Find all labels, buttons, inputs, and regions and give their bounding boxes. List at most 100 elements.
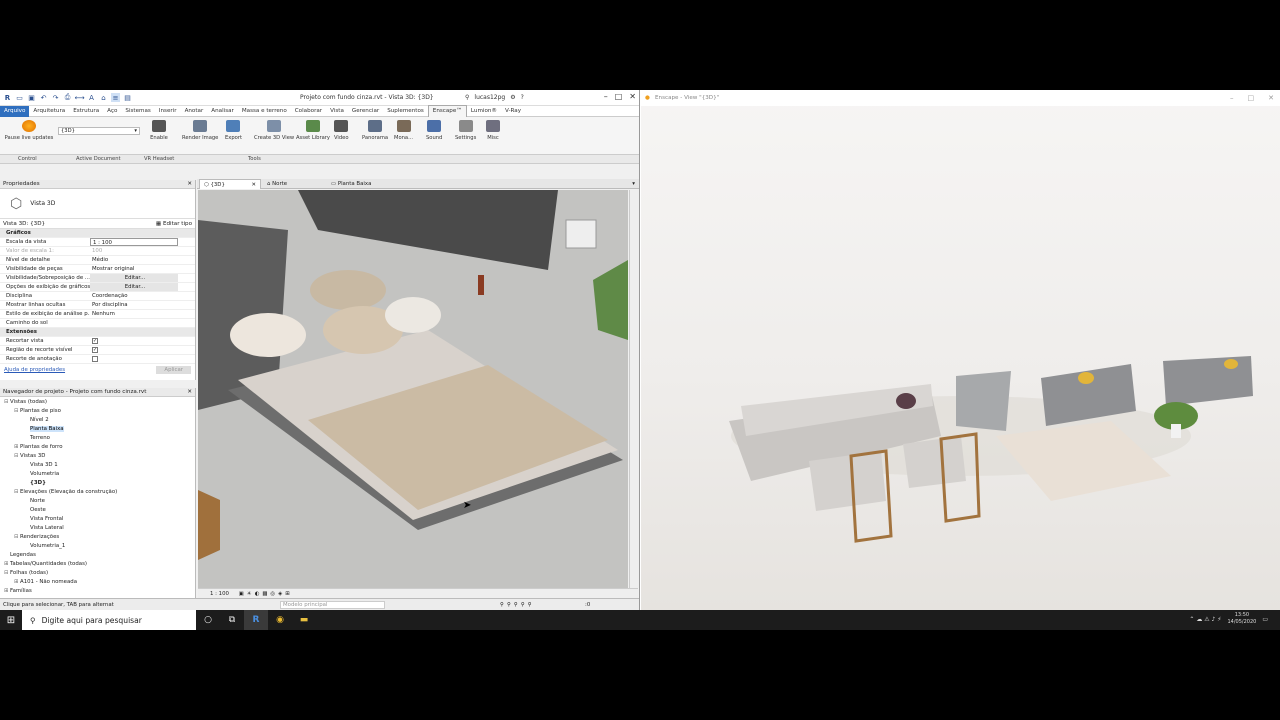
view-selector[interactable]: Vista 3D: {3D} [3, 221, 45, 227]
tool-button-2[interactable]: Create 3D View [254, 120, 294, 141]
property-row[interactable]: Caminho do sol [0, 319, 195, 328]
open-icon[interactable]: ▭ [15, 93, 24, 102]
viewport-scrollbar[interactable] [629, 190, 639, 588]
tabs-dropdown-icon[interactable]: ▾ [632, 179, 635, 189]
tool-button-8[interactable]: Settings [455, 120, 476, 141]
close-icon[interactable]: ✕ [251, 180, 256, 190]
tab-10[interactable]: Vista [326, 106, 348, 117]
browser-tree-item[interactable]: Norte [0, 497, 195, 506]
checkbox[interactable]: ✓ [92, 347, 98, 353]
edit-type-button[interactable]: ▦ Editar tipo [156, 221, 192, 227]
browser-tree-item[interactable]: ⊟Renderizações [0, 533, 195, 542]
browser-tree-item[interactable]: {3D} [0, 479, 195, 488]
browser-tree-item[interactable]: Volumetria [0, 470, 195, 479]
tab-8[interactable]: Massa e terreno [238, 106, 291, 117]
checkbox[interactable] [92, 356, 98, 362]
tab-14[interactable]: Lumion® [467, 106, 501, 117]
3d-view-icon[interactable]: ⌂ [99, 93, 108, 102]
tool-button-6[interactable]: Mona... [394, 120, 413, 141]
cart-icon[interactable]: ⚙ [510, 94, 515, 101]
tab-15[interactable]: V-Ray [501, 106, 525, 117]
tray-icons[interactable]: ⌃ ☁ ⚠ ♪ ⚡ [1189, 616, 1221, 623]
tool-button-5[interactable]: Panorama [362, 120, 388, 141]
property-row[interactable]: Recortar vista ✓ [0, 337, 195, 346]
browser-tree-item[interactable]: ⊟Folhas (todas) [0, 569, 195, 578]
close-icon[interactable]: ✕ [187, 180, 192, 189]
undo-icon[interactable]: ↶ [39, 93, 48, 102]
browser-tree-item[interactable]: ⊟Plantas de piso [0, 407, 195, 416]
revit-logo-icon[interactable]: R [3, 93, 12, 102]
revit-taskbar-icon[interactable]: R [244, 610, 268, 630]
browser-tree-item[interactable]: ⊟Vistas (todas) [0, 398, 195, 407]
browser-tree-item[interactable]: Vista Lateral [0, 524, 195, 533]
minimize-button[interactable]: – [1230, 90, 1234, 106]
property-row[interactable]: Nível de detalhe Médio [0, 256, 195, 265]
tab-norte[interactable]: ⌂ Norte [263, 179, 325, 189]
maximize-button[interactable]: □ [615, 92, 623, 101]
tab-7[interactable]: Analisar [207, 106, 238, 117]
properties-help-link[interactable]: Ajuda de propriedades [4, 367, 65, 373]
tool-button-9[interactable]: Misc [486, 120, 500, 141]
apply-button[interactable]: Aplicar [156, 366, 191, 374]
measure-icon[interactable]: ⟷ [74, 93, 84, 102]
browser-tree-item[interactable]: Oeste [0, 506, 195, 515]
browser-tree-item[interactable]: Terreno [0, 434, 195, 443]
selection-filter-icons[interactable]: ⚲⚲⚲⚲⚲ [500, 599, 535, 610]
browser-tree-item[interactable]: Legendas [0, 551, 195, 560]
property-row[interactable]: Visibilidade/Sobreposição de ... Editar..… [0, 274, 195, 283]
tab-9[interactable]: Colaborar [291, 106, 326, 117]
tab-13[interactable]: Enscape™ [427, 105, 467, 117]
browser-tree-item[interactable]: ⊟Elevações (Elevação da construção) [0, 488, 195, 497]
enscape-render-viewport[interactable] [641, 106, 1280, 610]
browser-tree-item[interactable]: Vista 3D 1 [0, 461, 195, 470]
active-view-select[interactable]: {3D} ▾ [58, 127, 140, 135]
minimize-button[interactable]: – [604, 92, 608, 101]
save-icon[interactable]: ▣ [27, 93, 36, 102]
tab-3[interactable]: Aço [103, 106, 121, 117]
property-row[interactable]: Recorte de anotação [0, 355, 195, 364]
tab-12[interactable]: Suplementos [383, 106, 428, 117]
close-button[interactable]: ✕ [1268, 90, 1274, 106]
binoculars-icon[interactable]: ⚲ [465, 94, 469, 101]
text-icon[interactable]: A [87, 93, 96, 102]
windows-start-icon[interactable]: ⊞ [0, 610, 22, 630]
tab-1[interactable]: Arquitetura [29, 106, 69, 117]
taskbar-search[interactable]: ⚲ Digite aqui para pesquisar [22, 610, 196, 630]
tab-4[interactable]: Sistemas [121, 106, 154, 117]
file-explorer-icon[interactable]: ▬ [292, 610, 316, 630]
user-name[interactable]: lucas12pg [474, 94, 505, 101]
tab-0[interactable]: Arquivo [0, 105, 30, 117]
browser-tree-item[interactable]: Volumetria_1 [0, 542, 195, 551]
browser-tree-item[interactable]: ⊞A101 - Não nomeada [0, 578, 195, 587]
browser-tree-item[interactable]: Vista Frontal [0, 515, 195, 524]
maximize-button[interactable]: □ [1248, 90, 1255, 106]
browser-tree-item[interactable]: ⊟Vistas 3D [0, 452, 195, 461]
pause-live-updates-button[interactable]: Pause live updates [4, 120, 54, 141]
property-row[interactable]: Opções de exibição de gráficos Editar... [0, 283, 195, 292]
property-row[interactable]: Valor de escala 1: 100 [0, 247, 195, 256]
tab-11[interactable]: Gerenciar [348, 106, 383, 117]
workset-select[interactable]: Modelo principal [280, 601, 385, 609]
type-selector[interactable]: ⬡ Vista 3D [0, 189, 195, 219]
thin-lines-icon[interactable]: ≡ [111, 93, 120, 102]
tool-button-1[interactable]: Export [225, 120, 242, 141]
view-scale[interactable]: 1 : 100 [210, 591, 229, 597]
group-extents[interactable]: Extensões [0, 328, 195, 337]
browser-tree-item[interactable]: ⊞Plantas de forro [0, 443, 195, 452]
tool-button-3[interactable]: Asset Library [296, 120, 330, 141]
property-row[interactable]: Disciplina Coordenação [0, 292, 195, 301]
chrome-icon[interactable]: ◉ [268, 610, 292, 630]
tab-planta-baixa[interactable]: ▭ Planta Baixa [327, 179, 397, 189]
property-row[interactable]: Mostrar linhas ocultas Por disciplina [0, 301, 195, 310]
property-row[interactable]: Estilo de exibição de análise p... Nenhum [0, 310, 195, 319]
browser-tree-item[interactable]: Planta Baixa [0, 425, 195, 434]
task-view-icon[interactable]: ⧉ [220, 610, 244, 630]
property-row[interactable]: Escala da vista 1 : 100 [0, 238, 195, 247]
view-control-icons[interactable]: ▣☀◐▦◎◈⊞ [239, 591, 293, 597]
property-value[interactable]: Editar... [90, 274, 178, 282]
revit-3d-viewport[interactable]: ➤ [198, 190, 628, 588]
tool-button-4[interactable]: Video [334, 120, 349, 141]
tab-5[interactable]: Inserir [155, 106, 181, 117]
property-row[interactable]: Região de recorte visível ✓ [0, 346, 195, 355]
tab-3d[interactable]: ⬡ {3D} ✕ [199, 179, 261, 189]
